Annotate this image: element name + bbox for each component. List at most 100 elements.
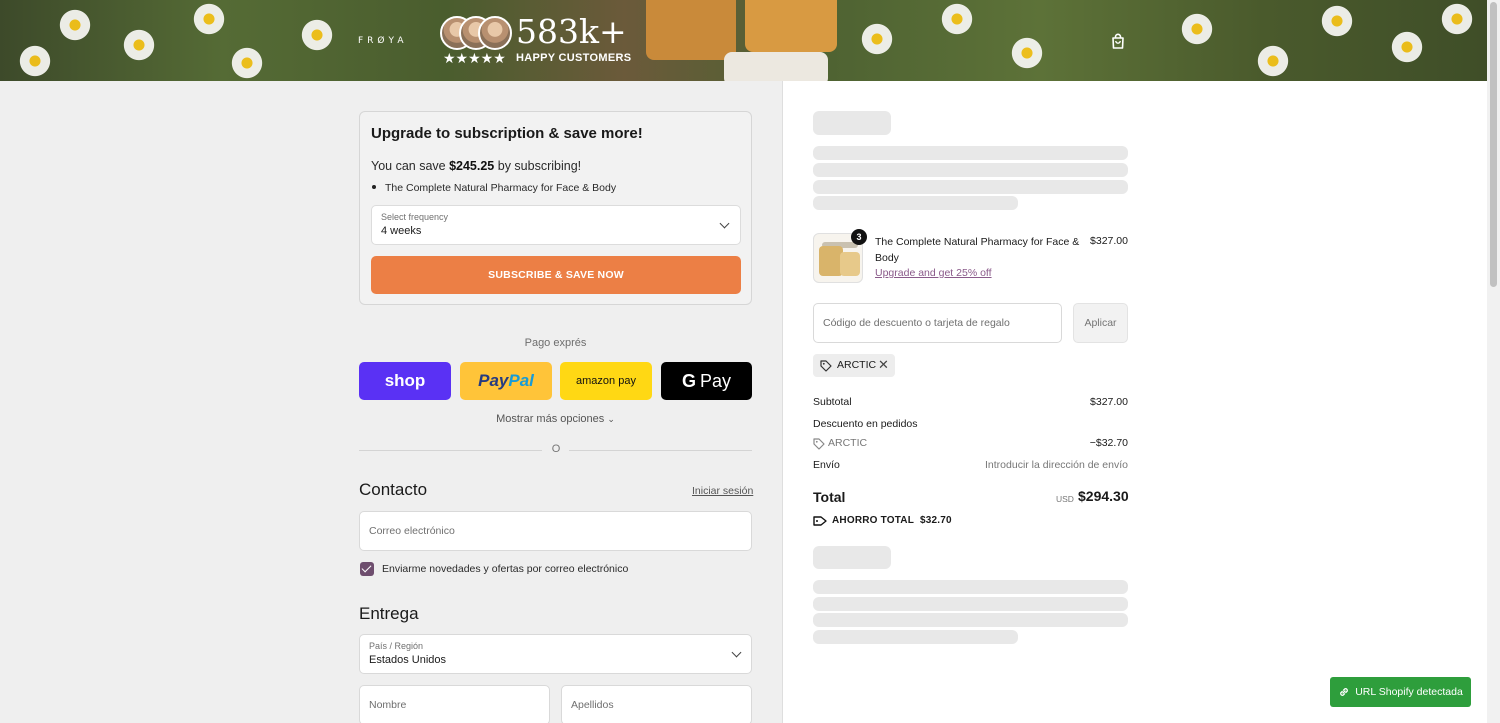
loading-skeleton bbox=[813, 613, 1128, 627]
product-price: $327.00 bbox=[1090, 235, 1128, 247]
discount-code-label: ARCTIC bbox=[828, 437, 868, 449]
daisy-decoration bbox=[860, 22, 894, 56]
tag-icon bbox=[820, 360, 832, 372]
loading-skeleton bbox=[813, 180, 1128, 194]
amazon-pay-button[interactable]: amazon pay bbox=[560, 362, 652, 400]
loading-skeleton bbox=[813, 630, 1018, 644]
google-pay-logo: Pay bbox=[699, 370, 732, 391]
paypal-logo-part2: Pal bbox=[508, 371, 534, 390]
frequency-value: 4 weeks bbox=[381, 225, 422, 237]
loading-skeleton bbox=[813, 546, 891, 569]
daisy-decoration bbox=[18, 44, 52, 78]
or-separator: O bbox=[551, 443, 561, 455]
daisy-decoration bbox=[1010, 36, 1044, 70]
savings-value: $32.70 bbox=[920, 515, 952, 526]
daisy-decoration bbox=[230, 46, 264, 80]
loading-skeleton bbox=[813, 146, 1128, 160]
link-icon bbox=[1340, 688, 1349, 696]
daisy-decoration bbox=[940, 2, 974, 36]
subscribe-save-button[interactable]: SUBSCRIBE & SAVE NOW bbox=[371, 256, 741, 294]
first-name-field[interactable]: Nombre bbox=[359, 685, 550, 723]
amazon-pay-logo: amazon pay bbox=[576, 375, 636, 387]
loading-skeleton bbox=[813, 163, 1128, 177]
frequency-label: Select frequency bbox=[381, 212, 449, 222]
divider-line bbox=[359, 450, 542, 451]
brand-logo[interactable]: FRØYA bbox=[358, 36, 407, 46]
currency-code: USD bbox=[1056, 494, 1074, 504]
email-field[interactable]: Correo electrónico bbox=[359, 511, 752, 551]
badge-label: URL Shopify detectada bbox=[1355, 686, 1463, 698]
total-label: Total bbox=[813, 489, 846, 505]
page-scrollbar[interactable] bbox=[1487, 0, 1500, 723]
daisy-decoration bbox=[1320, 4, 1354, 38]
happy-customers-label: HAPPY CUSTOMERS bbox=[516, 52, 632, 64]
subtotal-label: Subtotal bbox=[813, 396, 852, 408]
divider-line bbox=[569, 450, 752, 451]
more-options-label: Mostrar más opciones bbox=[496, 413, 605, 425]
upsell-title: Upgrade to subscription & save more! bbox=[371, 125, 643, 142]
upsell-product-item: The Complete Natural Pharmacy for Face &… bbox=[371, 182, 616, 194]
applied-code: ARCTIC bbox=[837, 359, 877, 371]
first-name-placeholder: Nombre bbox=[369, 699, 407, 711]
daisy-decoration bbox=[1180, 12, 1214, 46]
loading-skeleton bbox=[813, 111, 891, 135]
scrollbar-thumb[interactable] bbox=[1490, 2, 1497, 287]
order-discount-label: Descuento en pedidos bbox=[813, 418, 918, 430]
product-jar-image bbox=[646, 0, 736, 60]
applied-discount-chip: ARCTIC ✕ bbox=[813, 354, 895, 377]
product-jar-image bbox=[745, 0, 837, 52]
shop-pay-button[interactable]: shop bbox=[359, 362, 451, 400]
paypal-button[interactable]: Pay Pal bbox=[460, 362, 552, 400]
header-banner: FRØYA ★★★★★ 583k+ HAPPY CUSTOMERS bbox=[0, 0, 1487, 81]
daisy-decoration bbox=[1440, 2, 1474, 36]
avatar bbox=[478, 16, 512, 50]
quantity-badge: 3 bbox=[851, 229, 867, 245]
savings-label: AHORRO TOTAL bbox=[832, 515, 915, 526]
rating-stars: ★★★★★ bbox=[443, 50, 506, 66]
loading-skeleton bbox=[813, 196, 1018, 210]
email-placeholder: Correo electrónico bbox=[369, 525, 455, 537]
country-value: Estados Unidos bbox=[369, 654, 447, 666]
login-link[interactable]: Iniciar sesión bbox=[692, 485, 753, 497]
savings-suffix: by subscribing! bbox=[494, 159, 582, 173]
upgrade-link[interactable]: Upgrade and get 25% off bbox=[875, 267, 992, 279]
daisy-decoration bbox=[300, 18, 334, 52]
country-select[interactable]: País / Región Estados Unidos bbox=[359, 634, 752, 674]
daisy-decoration bbox=[192, 2, 226, 36]
loading-skeleton bbox=[813, 597, 1128, 611]
loading-skeleton bbox=[813, 580, 1128, 594]
chevron-down-icon bbox=[719, 218, 730, 229]
country-label: País / Región bbox=[369, 641, 424, 651]
newsletter-checkbox[interactable] bbox=[360, 562, 374, 576]
daisy-decoration bbox=[58, 8, 92, 42]
shop-pay-logo: shop bbox=[384, 371, 426, 390]
express-checkout-label: Pago exprés bbox=[524, 337, 587, 349]
remove-discount-icon[interactable]: ✕ bbox=[878, 357, 889, 373]
chevron-down-icon: ⌄ bbox=[607, 414, 615, 424]
shipping-value: Introducir la dirección de envío bbox=[985, 459, 1128, 471]
chevron-down-icon bbox=[731, 647, 742, 658]
google-g-icon: G bbox=[681, 370, 696, 391]
shipping-label: Envío bbox=[813, 459, 840, 471]
upsell-savings-text: You can save $245.25 by subscribing! bbox=[371, 159, 581, 173]
shopping-bag-icon[interactable] bbox=[1110, 33, 1126, 49]
google-pay-button[interactable]: G Pay bbox=[661, 362, 752, 400]
product-jar-lid bbox=[724, 52, 828, 81]
daisy-decoration bbox=[1390, 30, 1424, 64]
more-options-link[interactable]: Mostrar más opciones ⌄ bbox=[359, 413, 752, 425]
last-name-placeholder: Apellidos bbox=[571, 699, 614, 711]
subscription-upsell-card: Upgrade to subscription & save more! You… bbox=[359, 111, 752, 305]
total-savings: AHORRO TOTAL $32.70 bbox=[832, 515, 952, 526]
newsletter-label[interactable]: Enviarme novedades y ofertas por correo … bbox=[382, 563, 628, 575]
subtotal-value: $327.00 bbox=[1090, 396, 1128, 408]
contact-heading: Contacto bbox=[359, 480, 428, 499]
daisy-decoration bbox=[1256, 44, 1290, 78]
discount-code-input[interactable]: Código de descuento o tarjeta de regalo bbox=[813, 303, 1062, 343]
savings-tag-icon bbox=[813, 516, 827, 526]
daisy-decoration bbox=[122, 28, 156, 62]
last-name-field[interactable]: Apellidos bbox=[561, 685, 752, 723]
apply-discount-button[interactable]: Aplicar bbox=[1073, 303, 1128, 343]
delivery-heading: Entrega bbox=[359, 604, 419, 623]
shopify-detected-badge[interactable]: URL Shopify detectada bbox=[1330, 677, 1471, 707]
frequency-select[interactable]: Select frequency 4 weeks bbox=[371, 205, 741, 245]
